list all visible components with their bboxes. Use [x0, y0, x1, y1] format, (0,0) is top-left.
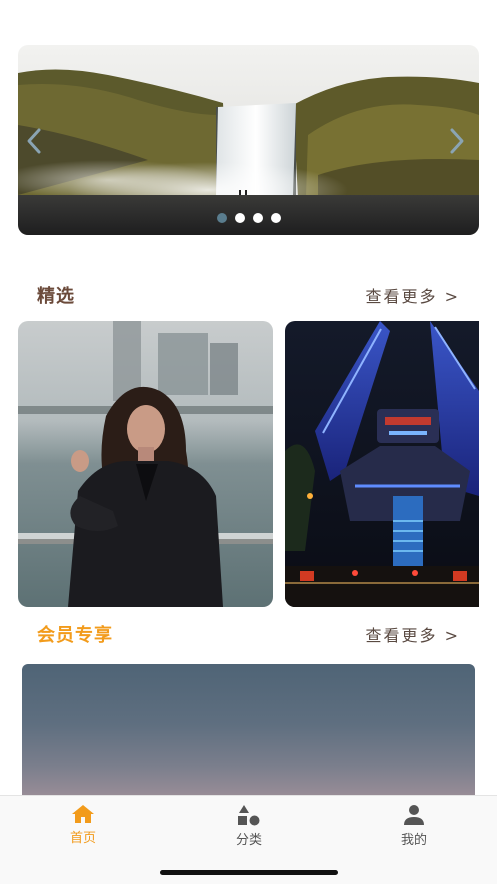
tab-profile[interactable]: 我的	[354, 804, 474, 848]
status-indicators	[409, 14, 464, 33]
tab-category-label: 分类	[235, 833, 262, 848]
pagination-dot[interactable]	[234, 213, 245, 223]
pagination-dot[interactable]	[252, 213, 263, 223]
pagination-dot[interactable]	[270, 213, 281, 223]
member-header: 会员专享 查看更多 >	[37, 621, 460, 647]
member-more-link[interactable]: 查看更多 >	[366, 622, 461, 646]
tab-bar: 首页 分类 我的	[0, 795, 497, 884]
profile-icon	[404, 805, 424, 825]
featured-card-scifi[interactable]	[285, 321, 479, 607]
scifi-image	[285, 321, 479, 607]
featured-more-link[interactable]: 查看更多 >	[366, 283, 461, 307]
home-indicator	[160, 870, 338, 875]
tab-category[interactable]: 分类	[189, 804, 309, 848]
category-icon	[238, 805, 260, 826]
chevron-right-icon	[450, 128, 464, 154]
tab-home-label: 首页	[69, 831, 96, 846]
member-title: 会员专享	[37, 625, 113, 646]
member-card-image[interactable]	[22, 664, 475, 799]
wifi-icon	[409, 14, 427, 33]
portrait-image	[18, 321, 273, 607]
banner-prev-button[interactable]	[20, 125, 48, 157]
banner-pagination	[18, 213, 479, 223]
battery-icon	[435, 17, 464, 30]
home-icon	[72, 805, 94, 823]
banner-next-button[interactable]	[443, 125, 471, 157]
status-bar: 4:20	[0, 0, 497, 44]
banner-image-waterfall	[18, 45, 479, 235]
tab-profile-label: 我的	[400, 833, 427, 848]
chevron-left-icon	[27, 128, 41, 154]
featured-header: 精选 查看更多 >	[37, 282, 460, 308]
status-time: 4:20	[52, 12, 101, 33]
featured-card-portrait[interactable]	[18, 321, 273, 607]
banner-carousel[interactable]	[18, 45, 479, 235]
featured-title: 精选	[37, 286, 75, 307]
pagination-dot[interactable]	[216, 213, 227, 223]
tab-home[interactable]: 首页	[23, 804, 143, 846]
